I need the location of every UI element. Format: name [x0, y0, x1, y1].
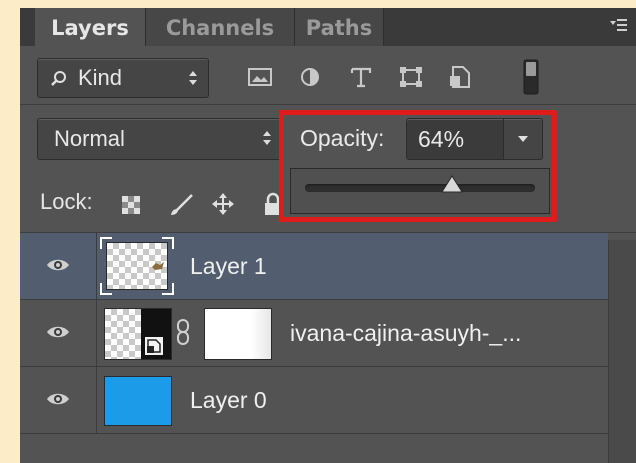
layer-name[interactable]: Layer 0: [190, 387, 267, 414]
layer-name[interactable]: Layer 1: [190, 253, 267, 280]
visibility-toggle[interactable]: [20, 367, 97, 433]
layer-name[interactable]: ivana-cajina-asuyh-_...: [290, 320, 521, 347]
visibility-toggle[interactable]: [20, 233, 97, 299]
tab-channels[interactable]: Channels: [146, 8, 295, 46]
blend-mode-select[interactable]: Normal: [37, 118, 283, 160]
type-filter-icon[interactable]: [346, 64, 376, 90]
layers-scrollbar[interactable]: [608, 240, 636, 463]
eye-icon: [47, 259, 69, 271]
lock-transparent-pixels-icon[interactable]: [118, 191, 144, 217]
shape-filter-icon[interactable]: [396, 64, 426, 90]
layer-thumbnail: [104, 376, 172, 426]
lock-image-pixels-icon[interactable]: [168, 191, 194, 217]
layers-panel: Layers Channels Paths Kind Normal Opacit…: [20, 8, 636, 463]
eye-icon: [47, 393, 69, 405]
layer-row-layer-1[interactable]: Layer 1: [20, 233, 608, 300]
filter-kind-select[interactable]: Kind: [37, 58, 209, 98]
smart-object-badge-icon: [145, 337, 163, 355]
panel-tab-bar: Layers Channels Paths: [20, 8, 636, 46]
layer-mask-thumbnail[interactable]: [204, 308, 272, 360]
filter-kind-label: Kind: [78, 65, 123, 90]
chain-link-icon[interactable]: [175, 318, 191, 346]
image-filter-icon[interactable]: [245, 64, 275, 90]
layer-thumbnail-selection-frame: [100, 237, 174, 295]
blend-mode-value: Normal: [54, 126, 125, 151]
layer-row-smart-object[interactable]: ivana-cajina-asuyh-_...: [20, 300, 608, 367]
divider: [20, 104, 636, 105]
stepper-arrows-icon: [263, 131, 271, 145]
stepper-arrows-icon: [189, 71, 197, 85]
visibility-toggle[interactable]: [20, 300, 97, 366]
tab-layers[interactable]: Layers: [35, 8, 146, 46]
tab-paths[interactable]: Paths: [295, 8, 384, 46]
lock-position-icon[interactable]: [210, 191, 236, 217]
search-icon: [51, 71, 66, 86]
eye-icon: [47, 326, 69, 338]
layer-thumbnail: [106, 242, 168, 290]
adjustment-filter-icon[interactable]: [295, 64, 325, 90]
panel-menu-icon[interactable]: [608, 16, 628, 36]
filter-toggle-icon[interactable]: [520, 58, 542, 96]
layer-thumbnail: [104, 308, 172, 360]
layer-row-layer-0[interactable]: Layer 0: [20, 367, 608, 434]
lock-label: Lock:: [40, 189, 93, 214]
annotation-highlight-box: [279, 110, 557, 222]
smart-object-filter-icon[interactable]: [445, 64, 475, 90]
